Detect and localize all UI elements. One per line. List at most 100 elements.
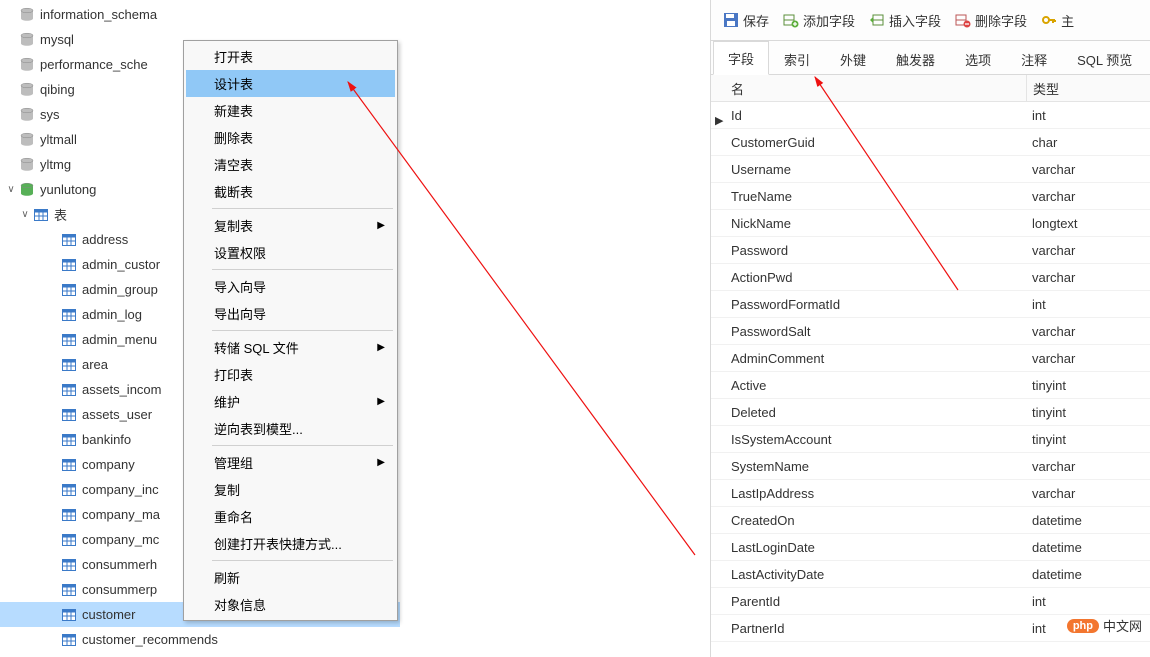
tab[interactable]: 字段 <box>713 41 769 75</box>
field-type: varchar <box>1032 459 1075 474</box>
field-row[interactable]: PasswordSalt varchar <box>711 318 1150 345</box>
menu-item[interactable]: 导入向导 <box>186 273 395 300</box>
menu-item-label: 复制 <box>214 480 240 499</box>
field-row[interactable]: ActionPwd varchar <box>711 264 1150 291</box>
tab-label: 索引 <box>784 53 810 68</box>
insert-field-button[interactable]: 插入字段 <box>863 5 947 35</box>
menu-item[interactable]: 维护▶ <box>186 388 395 415</box>
field-grid: ▶Id intCustomerGuid charUsername varchar… <box>711 102 1150 642</box>
tab[interactable]: 索引 <box>769 42 825 75</box>
tab[interactable]: 选项 <box>950 42 1006 75</box>
menu-item[interactable]: 设计表 <box>186 70 395 97</box>
menu-item[interactable]: 创建打开表快捷方式... <box>186 530 395 557</box>
field-row[interactable]: CustomerGuid char <box>711 129 1150 156</box>
menu-item[interactable]: 逆向表到模型... <box>186 415 395 442</box>
delete-field-label: 删除字段 <box>975 11 1027 30</box>
menu-item[interactable]: 打开表 <box>186 43 395 70</box>
table-icon <box>60 556 78 574</box>
menu-item[interactable]: 截断表 <box>186 178 395 205</box>
primary-key-button[interactable]: 主 <box>1035 5 1080 35</box>
field-type: varchar <box>1032 270 1075 285</box>
table-label: admin_menu <box>82 332 157 347</box>
db-label: information_schema <box>40 7 157 22</box>
menu-item-label: 设计表 <box>214 74 253 93</box>
table-node[interactable]: customer_recommends <box>0 627 400 652</box>
menu-item-label: 管理组 <box>214 453 253 472</box>
tab[interactable]: 注释 <box>1006 42 1062 75</box>
menu-item-label: 逆向表到模型... <box>214 419 303 438</box>
expand-arrow-icon[interactable]: ∨ <box>4 184 18 195</box>
field-row[interactable]: LastIpAddress varchar <box>711 480 1150 507</box>
field-row[interactable]: Active tinyint <box>711 372 1150 399</box>
menu-item-label: 新建表 <box>214 101 253 120</box>
menu-item[interactable]: 管理组▶ <box>186 449 395 476</box>
tab[interactable]: 外键 <box>825 42 881 75</box>
menu-item-label: 转储 SQL 文件 <box>214 338 299 357</box>
tab-label: 外键 <box>840 53 866 68</box>
db-node[interactable]: information_schema <box>0 2 400 27</box>
field-row[interactable]: Deleted tinyint <box>711 399 1150 426</box>
field-row[interactable]: TrueName varchar <box>711 183 1150 210</box>
menu-item[interactable]: 清空表 <box>186 151 395 178</box>
save-button[interactable]: 保存 <box>717 5 775 35</box>
field-type: char <box>1032 135 1057 150</box>
table-label: company_mc <box>82 532 159 547</box>
field-name: Id <box>731 108 742 123</box>
menu-item[interactable]: 删除表 <box>186 124 395 151</box>
table-icon <box>60 406 78 424</box>
header-name[interactable]: 名 <box>711 79 1026 98</box>
tab[interactable]: 触发器 <box>881 42 950 75</box>
field-row[interactable]: CreatedOn datetime <box>711 507 1150 534</box>
table-label: customer <box>82 607 135 622</box>
field-row[interactable]: Username varchar <box>711 156 1150 183</box>
field-name: NickName <box>731 216 791 231</box>
database-icon <box>18 106 36 124</box>
field-name: Active <box>731 378 766 393</box>
table-icon <box>60 481 78 499</box>
field-row[interactable]: NickName longtext <box>711 210 1150 237</box>
menu-item[interactable]: 设置权限 <box>186 239 395 266</box>
menu-item-label: 打印表 <box>214 365 253 384</box>
field-row[interactable]: AdminComment varchar <box>711 345 1150 372</box>
menu-item[interactable]: 导出向导 <box>186 300 395 327</box>
menu-item-label: 重命名 <box>214 507 253 526</box>
menu-item[interactable]: 重命名 <box>186 503 395 530</box>
field-name: SystemName <box>731 459 809 474</box>
menu-item[interactable]: 复制 <box>186 476 395 503</box>
field-row[interactable]: LastLoginDate datetime <box>711 534 1150 561</box>
field-name: Deleted <box>731 405 776 420</box>
table-icon <box>60 306 78 324</box>
field-row[interactable]: PasswordFormatId int <box>711 291 1150 318</box>
field-row[interactable]: ▶Id int <box>711 102 1150 129</box>
watermark: php 中文网 <box>1067 616 1142 635</box>
menu-item[interactable]: 新建表 <box>186 97 395 124</box>
field-row[interactable]: IsSystemAccount tinyint <box>711 426 1150 453</box>
menu-item[interactable]: 对象信息 <box>186 591 395 618</box>
table-icon <box>60 381 78 399</box>
menu-item[interactable]: 刷新 <box>186 564 395 591</box>
field-row[interactable]: LastActivityDate datetime <box>711 561 1150 588</box>
field-type: int <box>1032 594 1046 609</box>
table-icon <box>60 581 78 599</box>
field-row[interactable]: Password varchar <box>711 237 1150 264</box>
columns-header: 名 类型 <box>711 75 1150 102</box>
menu-item-label: 刷新 <box>214 568 240 587</box>
expand-arrow-icon[interactable]: ∨ <box>18 209 32 220</box>
field-type: datetime <box>1032 567 1082 582</box>
menu-item[interactable]: 复制表▶ <box>186 212 395 239</box>
tab[interactable]: SQL 预览 <box>1062 42 1147 75</box>
field-row[interactable]: SystemName varchar <box>711 453 1150 480</box>
menu-item[interactable]: 打印表 <box>186 361 395 388</box>
db-label: yltmall <box>40 132 77 147</box>
header-type[interactable]: 类型 <box>1026 75 1150 101</box>
add-field-button[interactable]: 添加字段 <box>777 5 861 35</box>
field-name: TrueName <box>731 189 792 204</box>
menu-item[interactable]: 转储 SQL 文件▶ <box>186 334 395 361</box>
field-type: tinyint <box>1032 432 1066 447</box>
field-row[interactable]: ParentId int <box>711 588 1150 615</box>
table-label: company_inc <box>82 482 159 497</box>
field-type: longtext <box>1032 216 1078 231</box>
table-label: area <box>82 357 108 372</box>
delete-field-button[interactable]: 删除字段 <box>949 5 1033 35</box>
menu-separator <box>212 269 393 270</box>
